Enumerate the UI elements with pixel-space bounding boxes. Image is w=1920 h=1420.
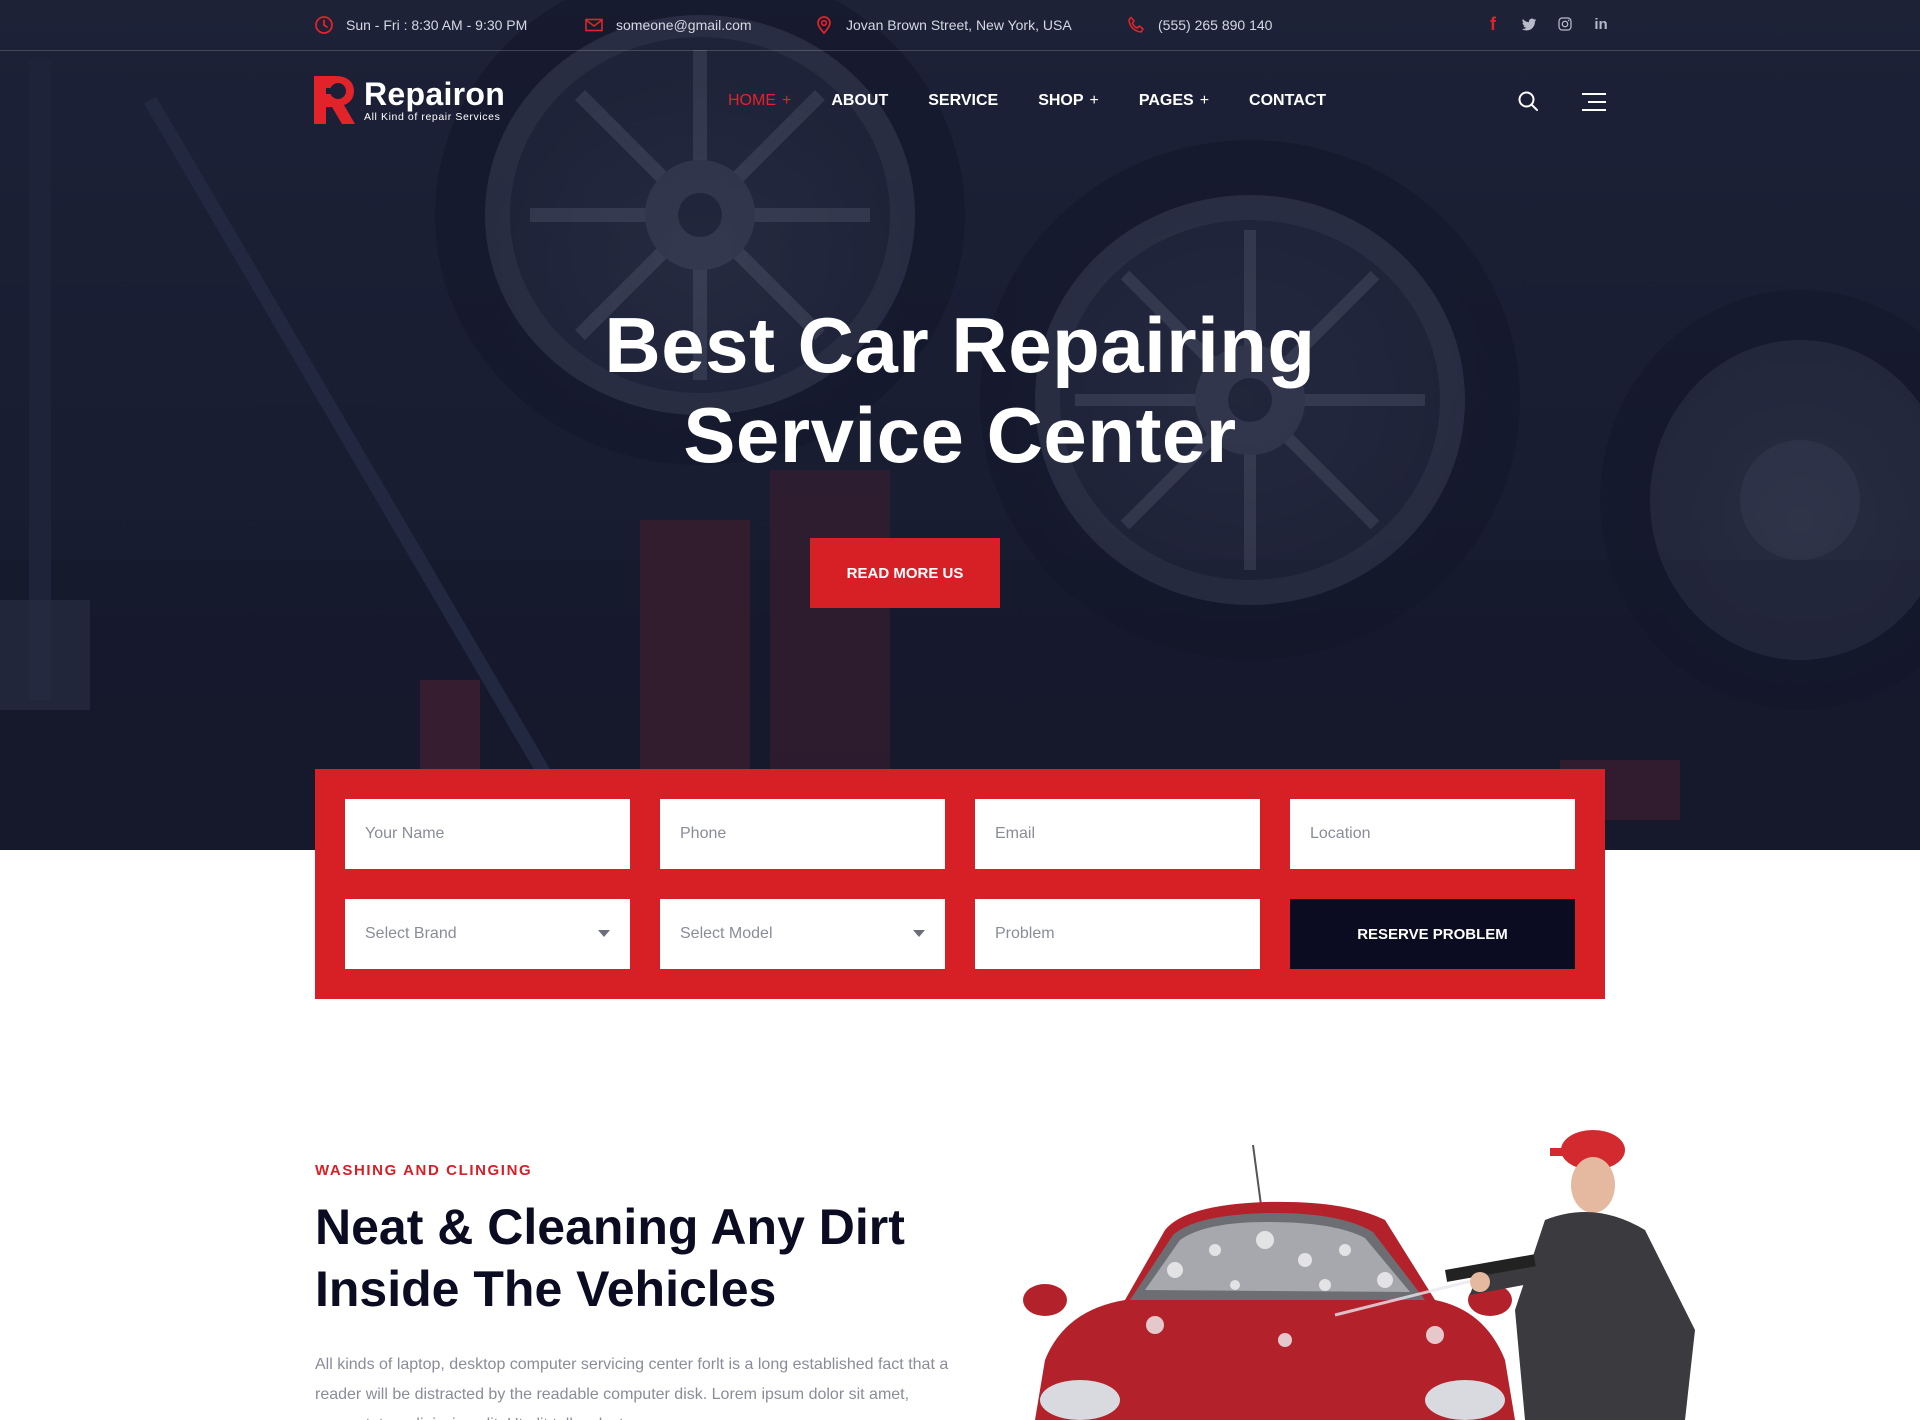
opening-hours-text: Sun - Fri : 8:30 AM - 9:30 PM <box>346 17 528 33</box>
envelope-icon <box>585 18 603 32</box>
model-select[interactable]: Select Model <box>660 899 945 969</box>
section-title-line-1: Neat & Cleaning Any Dirt <box>315 1199 905 1255</box>
hero-section: Sun - Fri : 8:30 AM - 9:30 PM someone@gm… <box>0 0 1920 850</box>
brand-select-value: Select Brand <box>365 925 457 942</box>
main-navigation: HOME + ABOUT SERVICE SHOP + PAGES + CONT… <box>728 90 1366 112</box>
facebook-icon[interactable]: f <box>1484 14 1502 34</box>
email-field[interactable]: Email <box>975 799 1260 869</box>
logo-tagline: All Kind of repair Services <box>364 110 501 123</box>
nav-item-about[interactable]: ABOUT <box>831 90 888 112</box>
clock-icon <box>315 16 333 34</box>
top-bar: Sun - Fri : 8:30 AM - 9:30 PM someone@gm… <box>0 0 1920 51</box>
reservation-form: Your Name Phone Email Location Select Br… <box>315 769 1605 999</box>
contact-email[interactable]: someone@gmail.com <box>584 15 752 35</box>
caret-down-icon <box>913 930 925 937</box>
search-icon[interactable] <box>1517 90 1539 112</box>
model-select-value: Select Model <box>680 925 773 942</box>
reserve-problem-button[interactable]: RESERVE PROBLEM <box>1290 899 1575 969</box>
problem-field[interactable]: Problem <box>975 899 1260 969</box>
section-eyebrow: WASHING AND CLINGING <box>315 1162 533 1179</box>
contact-address-text: Jovan Brown Street, New York, USA <box>846 17 1072 33</box>
nav-item-service-label: SERVICE <box>928 92 999 109</box>
social-links: f in <box>1484 14 1610 34</box>
logo-name: Repairon <box>364 75 506 112</box>
brand-select[interactable]: Select Brand <box>345 899 630 969</box>
nav-item-contact-label: CONTACT <box>1249 92 1327 109</box>
section-title-line-2: Inside The Vehicles <box>315 1261 777 1317</box>
nav-item-home[interactable]: HOME + <box>728 90 791 112</box>
plus-icon: + <box>1199 92 1210 109</box>
contact-address: Jovan Brown Street, New York, USA <box>814 15 1072 35</box>
nav-item-contact[interactable]: CONTACT <box>1249 90 1326 112</box>
opening-hours: Sun - Fri : 8:30 AM - 9:30 PM <box>314 15 527 35</box>
location-pin-icon <box>817 16 831 35</box>
phone-field[interactable]: Phone <box>660 799 945 869</box>
hamburger-menu-icon[interactable] <box>1580 92 1606 112</box>
caret-down-icon <box>598 930 610 937</box>
contact-phone[interactable]: (555) 265 890 140 <box>1126 15 1272 35</box>
nav-item-shop[interactable]: SHOP + <box>1038 90 1099 112</box>
twitter-icon[interactable] <box>1520 14 1538 34</box>
nav-item-shop-label: SHOP <box>1038 92 1084 109</box>
nav-item-pages-label: PAGES <box>1138 92 1194 109</box>
hero-title-line-1: Best Car Repairing <box>604 301 1316 389</box>
instagram-icon[interactable] <box>1556 14 1574 34</box>
plus-icon: + <box>1089 92 1099 109</box>
plus-icon: + <box>782 92 792 109</box>
contact-email-text[interactable]: someone@gmail.com <box>616 17 752 33</box>
name-field[interactable]: Your Name <box>345 799 630 869</box>
phone-icon <box>1128 16 1144 33</box>
nav-item-pages[interactable]: PAGES + <box>1139 90 1209 112</box>
site-logo[interactable]: Repairon All Kind of repair Services <box>314 74 505 126</box>
nav-item-about-label: ABOUT <box>831 92 889 109</box>
hero-title-line-2: Service Center <box>683 391 1237 479</box>
read-more-button[interactable]: READ MORE US <box>810 538 1000 608</box>
hero-title: Best Car Repairing Service Center <box>460 300 1460 480</box>
car-washing-image <box>1023 1130 1695 1420</box>
nav-item-home-label: HOME <box>728 92 776 109</box>
contact-phone-text[interactable]: (555) 265 890 140 <box>1158 17 1272 33</box>
logo-mark-icon <box>314 76 355 124</box>
linkedin-icon[interactable]: in <box>1592 14 1610 34</box>
nav-item-service[interactable]: SERVICE <box>928 90 998 112</box>
section-body-text: All kinds of laptop, desktop computer se… <box>315 1356 949 1420</box>
location-field[interactable]: Location <box>1290 799 1575 869</box>
section-title: Neat & Cleaning Any Dirt Inside The Vehi… <box>315 1196 955 1320</box>
